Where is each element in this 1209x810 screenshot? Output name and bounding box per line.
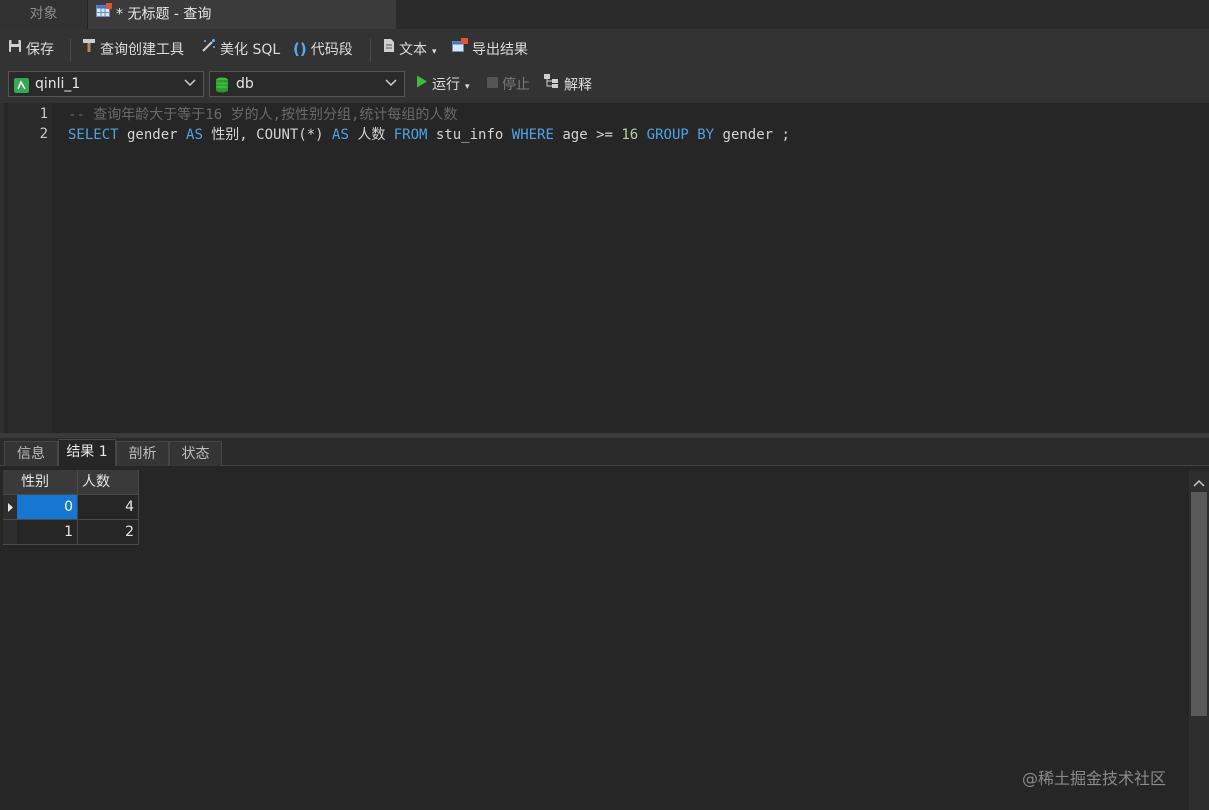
toolbar-divider bbox=[370, 39, 371, 61]
tab-query-label: * 无标题 - 查询 bbox=[116, 6, 212, 23]
sql-token: stu_info bbox=[427, 127, 512, 143]
database-value: db bbox=[236, 76, 254, 92]
vertical-scrollbar[interactable] bbox=[1189, 470, 1209, 810]
save-label: 保存 bbox=[26, 42, 54, 58]
chevron-down-icon: ▾ bbox=[465, 82, 470, 92]
sql-editor[interactable]: 1 2 -- 查询年龄大于等于16 岁的人,按性别分组,统计每组的人数 SELE… bbox=[0, 103, 1209, 433]
export-results-label: 导出结果 bbox=[472, 42, 528, 58]
beautify-sql-label: 美化 SQL bbox=[220, 42, 281, 58]
sql-token: gender bbox=[118, 127, 187, 143]
sql-token: FROM bbox=[393, 127, 428, 143]
run-button[interactable]: 运行 ▾ bbox=[416, 75, 470, 95]
sql-token: age >= bbox=[553, 127, 622, 143]
current-row-arrow-icon bbox=[8, 503, 13, 512]
table-cell[interactable]: 0 bbox=[17, 495, 78, 520]
table-cell[interactable]: 2 bbox=[78, 520, 139, 545]
sql-token: AS bbox=[332, 127, 349, 143]
stop-button[interactable]: 停止 bbox=[487, 75, 530, 95]
scroll-up-icon[interactable] bbox=[1193, 476, 1205, 491]
tab-status[interactable]: 状态 bbox=[169, 441, 222, 466]
text-mode-button[interactable]: 文本 ▾ bbox=[383, 39, 437, 61]
stop-label: 停止 bbox=[502, 77, 530, 93]
sql-token: SELECT bbox=[68, 127, 119, 143]
explain-icon bbox=[544, 74, 560, 95]
tab-query[interactable]: * 无标题 - 查询 bbox=[88, 0, 396, 29]
database-select[interactable]: db bbox=[209, 71, 405, 97]
line-number: 1 bbox=[39, 106, 48, 122]
connection-icon bbox=[14, 77, 29, 101]
sql-token: WHERE bbox=[511, 127, 554, 143]
watermark: @稀土掘金技术社区 bbox=[1022, 769, 1167, 788]
result-grid[interactable]: 性别 人数 0 4 1 2 bbox=[0, 466, 1189, 810]
sql-token: AS bbox=[186, 127, 203, 143]
column-header-count[interactable]: 人数 bbox=[78, 470, 139, 495]
table-cell[interactable]: 4 bbox=[78, 495, 139, 520]
export-results-button[interactable]: 导出结果 bbox=[452, 38, 528, 61]
chevron-down-icon bbox=[183, 75, 197, 99]
line-number: 2 bbox=[39, 126, 48, 142]
save-icon bbox=[8, 38, 22, 60]
sql-token: 16 bbox=[621, 127, 639, 143]
main-toolbar: 保存 查询创建工具 美化 SQL () 代码段 文本 ▾ 导出结果 bbox=[0, 29, 1209, 69]
explain-button[interactable]: 解释 bbox=[544, 74, 592, 95]
row-indicator[interactable] bbox=[3, 520, 17, 545]
run-label: 运行 bbox=[432, 77, 460, 93]
connection-select[interactable]: qinli_1 bbox=[8, 71, 204, 97]
play-icon bbox=[416, 74, 428, 94]
parentheses-icon: () bbox=[293, 40, 307, 58]
explain-label: 解释 bbox=[564, 77, 592, 94]
save-button[interactable]: 保存 bbox=[8, 39, 54, 61]
tab-objects[interactable]: 对象 bbox=[0, 0, 88, 29]
beautify-sql-button[interactable]: 美化 SQL bbox=[201, 39, 280, 61]
query-builder-label: 查询创建工具 bbox=[100, 42, 184, 58]
tab-profile[interactable]: 剖析 bbox=[116, 441, 169, 466]
text-mode-label: 文本 bbox=[399, 42, 427, 58]
line-number-gutter: 1 2 bbox=[8, 103, 52, 433]
row-indicator[interactable] bbox=[3, 495, 17, 520]
database-icon bbox=[215, 77, 229, 101]
sql-token: 人数 bbox=[348, 127, 394, 143]
code-line-comment: -- 查询年龄大于等于16 岁的人,按性别分组,统计每组的人数 bbox=[68, 107, 458, 123]
chevron-down-icon: ▾ bbox=[432, 47, 437, 57]
code-line-sql: SELECT gender AS 性别, COUNT(*) AS 人数 FROM… bbox=[68, 125, 790, 145]
sql-token: 性别, COUNT(*) bbox=[202, 127, 333, 143]
code-snippet-button[interactable]: () 代码段 bbox=[293, 39, 353, 61]
export-table-icon bbox=[452, 38, 468, 60]
toolbar-divider bbox=[70, 39, 71, 61]
query-builder-button[interactable]: 查询创建工具 bbox=[82, 39, 184, 61]
stop-icon bbox=[487, 74, 498, 94]
hammer-icon bbox=[82, 38, 96, 60]
chevron-down-icon bbox=[384, 75, 398, 99]
connection-value: qinli_1 bbox=[35, 76, 81, 92]
document-tab-bar: 对象 * 无标题 - 查询 bbox=[0, 0, 1209, 29]
connection-toolbar: qinli_1 db 运行 ▾ 停止 解释 bbox=[0, 69, 1209, 103]
sql-token: gender ; bbox=[714, 127, 790, 143]
result-tab-bar: 信息 结果 1 剖析 状态 bbox=[0, 438, 1209, 467]
tab-info[interactable]: 信息 bbox=[4, 441, 58, 466]
sql-token: GROUP BY bbox=[646, 127, 715, 143]
tab-result-1[interactable]: 结果 1 bbox=[58, 439, 116, 467]
code-snippet-label: 代码段 bbox=[310, 42, 353, 58]
query-table-icon bbox=[96, 0, 112, 29]
grid-corner bbox=[3, 470, 17, 495]
document-icon bbox=[383, 38, 395, 60]
scrollbar-thumb[interactable] bbox=[1191, 492, 1207, 716]
column-header-gender[interactable]: 性别 bbox=[17, 470, 78, 495]
table-cell[interactable]: 1 bbox=[17, 520, 78, 545]
magic-wand-icon bbox=[201, 38, 216, 60]
